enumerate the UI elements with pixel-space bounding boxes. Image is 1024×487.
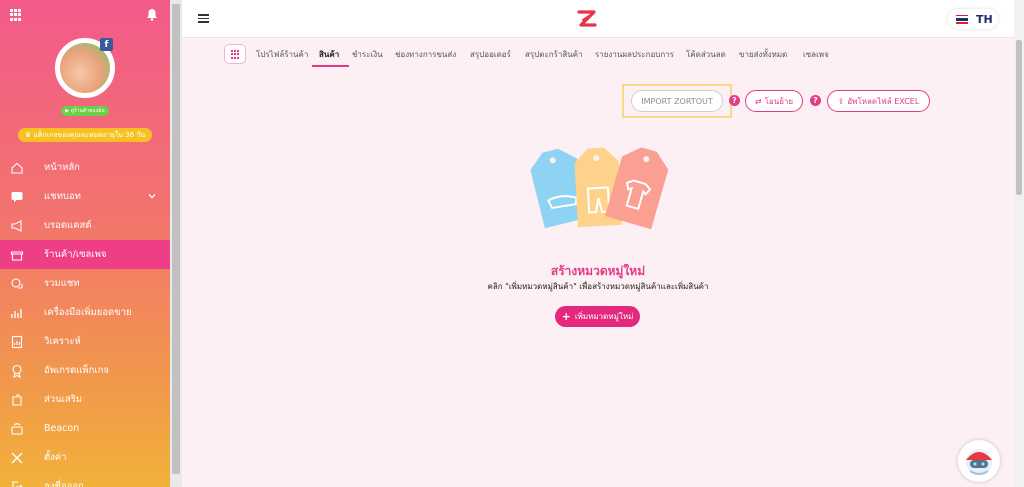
apps-grid-icon[interactable] (10, 9, 22, 21)
thai-flag-icon (956, 14, 968, 24)
tab-wholesale[interactable]: ขายส่งทั้งหมด (739, 48, 787, 61)
store-tabs: โปรไฟล์ร้านค้า สินค้า ชำระเงิน ช่องทางกา… (224, 41, 1014, 67)
tab-shipping[interactable]: ช่องทางการขนส่ง (395, 48, 456, 61)
transfer-button[interactable]: ⇄ โอนย้าย (745, 90, 803, 112)
sidebar-item-label: แชทบอท (44, 191, 81, 202)
sidebar-item-label: ตั้งค่า (44, 452, 67, 463)
add-category-button[interactable]: + เพิ่มหมวดหมู่ใหม่ (555, 306, 640, 327)
sidebar-item-home[interactable]: หน้าหลัก (0, 153, 170, 182)
sidebar-item-logout[interactable]: ลงชื่อออก (0, 472, 170, 487)
sidebar-item-sales-tools[interactable]: เครื่องมือเพิ่มยอดขาย (0, 298, 170, 327)
menu-icon[interactable] (198, 14, 209, 23)
sidebar-scrollbar[interactable] (170, 0, 182, 487)
tab-payment[interactable]: ชำระเงิน (352, 48, 383, 61)
view-shop-button[interactable]: ▶ ดูร้านค้าของฉัน (61, 106, 109, 116)
top-bar: TH (182, 0, 1014, 38)
logout-icon (12, 480, 23, 487)
sidebar-item-label: ลงชื่อออก (44, 481, 84, 487)
view-shop-label: ดูร้านค้าของฉัน (70, 108, 105, 114)
import-zortout-button[interactable]: IMPORT ZORTOUT (631, 90, 723, 112)
product-tags-illustration (530, 147, 669, 230)
transfer-icon: ⇄ (754, 96, 762, 106)
plus-icon: + (561, 310, 571, 323)
sidebar-item-store[interactable]: ร้านค้า/เซลเพจ (0, 240, 170, 269)
language-selector[interactable]: TH (948, 9, 998, 29)
sidebar-menu: หน้าหลัก แชทบอท บรอดแคสต์ ร้านค้า/เซลเพจ… (0, 153, 170, 487)
plugin-icon (12, 393, 22, 406)
expiry-text: แพ็กเกจของคุณจะหมดอายุใน 36 วัน (33, 131, 146, 139)
tab-performance-report[interactable]: รายงานผลประกอบการ (595, 48, 674, 61)
language-label: TH (976, 12, 993, 26)
tab-order-summary[interactable]: สรุปออเดอร์ (470, 48, 511, 61)
chat-icon (11, 191, 23, 202)
bell-icon[interactable] (146, 8, 158, 21)
add-category-label: เพิ่มหมวดหมู่ใหม่ (574, 312, 634, 321)
sidebar-item-label: ส่วนเสริม (44, 394, 83, 405)
sidebar-item-upgrade[interactable]: อัพเกรดแพ็กเกจ (0, 356, 170, 385)
sidebar-header (0, 0, 170, 30)
beacon-icon (11, 422, 23, 435)
upload-excel-button[interactable]: ⇪ อัพโหลดไฟล์ EXCEL (827, 90, 930, 112)
chats-icon (11, 277, 23, 289)
chart-icon (11, 308, 22, 318)
transfer-label: โอนย้าย (764, 96, 794, 106)
main-content: TH โปรไฟล์ร้านค้า สินค้า ชำระเงิน ช่องทา… (182, 0, 1014, 487)
empty-state-title: สร้างหมวดหมู่ใหม่ (550, 264, 646, 278)
sidebar-item-beacon[interactable]: Beacon (0, 414, 170, 443)
active-tab-indicator (312, 65, 349, 67)
report-icon (11, 335, 23, 348)
tab-shop-profile[interactable]: โปรไฟล์ร้านค้า (256, 48, 308, 61)
facebook-icon: f (100, 38, 113, 51)
sidebar-item-label: Beacon (44, 423, 80, 434)
tab-products[interactable]: สินค้า (319, 48, 339, 61)
zwiz-logo (577, 10, 597, 27)
sidebar-item-label: อัพเกรดแพ็กเกจ (44, 365, 109, 376)
sidebar-item-addons[interactable]: ส่วนเสริม (0, 385, 170, 414)
upload-excel-label: อัพโหลดไฟล์ EXCEL (847, 96, 920, 106)
sidebar: f ▶ ดูร้านค้าของฉัน ♛ แพ็กเกจของคุณจะหมด… (0, 0, 170, 487)
tools-icon (11, 452, 23, 463)
store-icon (10, 250, 24, 261)
sidebar-item-label: หน้าหลัก (44, 162, 80, 173)
sidebar-item-label: ร้านค้า/เซลเพจ (44, 249, 107, 260)
help-icon[interactable]: ? (810, 95, 821, 106)
home-icon (11, 162, 23, 174)
main-scrollbar[interactable] (1014, 0, 1024, 487)
sidebar-item-settings[interactable]: ตั้งค่า (0, 443, 170, 472)
tabs-menu-button[interactable] (224, 44, 246, 64)
sidebar-item-label: เครื่องมือเพิ่มยอดขาย (44, 307, 132, 318)
sidebar-item-analytics[interactable]: วิเคราะห์ (0, 327, 170, 356)
upload-file-icon: ⇪ (837, 96, 845, 106)
tab-salepage[interactable]: เซลเพจ (803, 48, 829, 61)
megaphone-icon (11, 219, 22, 232)
help-icon[interactable]: ? (729, 95, 740, 106)
sidebar-item-chats[interactable]: รวมแชท (0, 269, 170, 298)
tab-cart-summary[interactable]: สรุปตะกร้าสินค้า (525, 48, 583, 61)
package-expiry-badge: ♛ แพ็กเกจของคุณจะหมดอายุใน 36 วัน (18, 128, 152, 142)
sidebar-item-label: วิเคราะห์ (44, 336, 81, 347)
robot-icon (966, 449, 992, 475)
sidebar-item-label: บรอดแคสต์ (44, 220, 92, 231)
empty-state-description: คลิก "เพิ่มหมวดหมู่สินค้า" เพื่อสร้างหมว… (487, 282, 709, 291)
grid-icon (231, 50, 240, 59)
sidebar-item-broadcast[interactable]: บรอดแคสต์ (0, 211, 170, 240)
import-zortout-label: IMPORT ZORTOUT (641, 96, 713, 106)
sidebar-item-chatbot[interactable]: แชทบอท (0, 182, 170, 211)
tab-discount-codes[interactable]: โค้ดส่วนลด (686, 48, 726, 61)
chatbot-assistant-icon[interactable] (958, 440, 1000, 482)
chevron-down-icon[interactable] (148, 192, 156, 200)
badge-icon (12, 364, 22, 378)
sidebar-item-label: รวมแชท (44, 278, 80, 289)
